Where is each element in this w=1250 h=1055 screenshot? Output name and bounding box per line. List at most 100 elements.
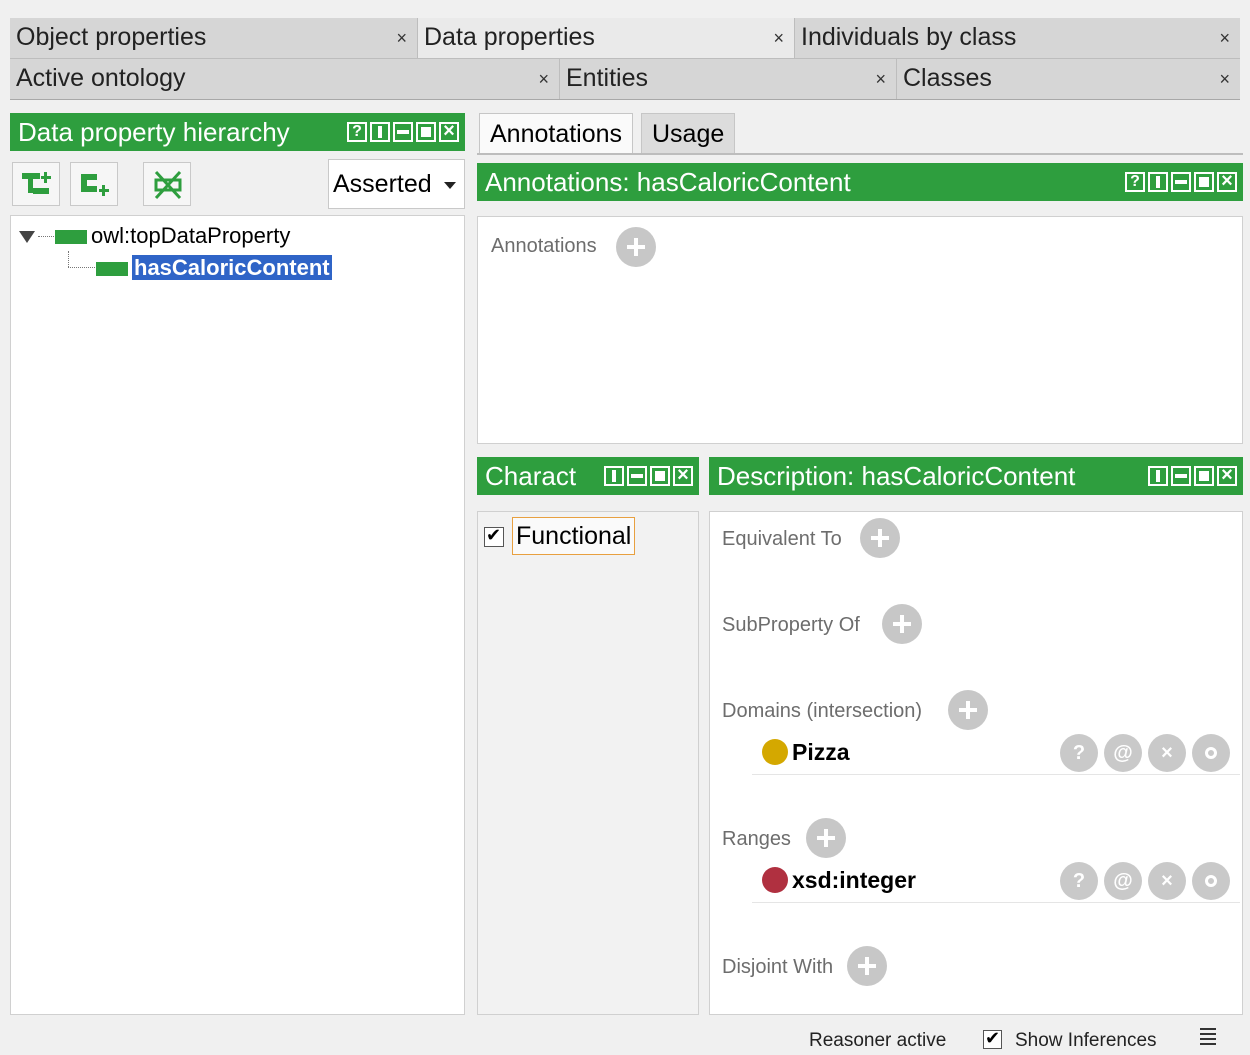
split-vertical-icon[interactable] [1148, 466, 1168, 486]
add-equivalent-icon[interactable] [860, 518, 900, 558]
tree-node-top-data-property[interactable]: owl:topDataProperty [55, 222, 290, 250]
add-sub-property-button[interactable] [12, 162, 60, 206]
add-disjoint-icon[interactable] [847, 946, 887, 986]
panel-title: Description: hasCaloricContent [717, 461, 1076, 491]
domain-entry-pizza[interactable]: Pizza ? @ × [752, 731, 1240, 775]
tab-classes[interactable]: Classes × [897, 59, 1240, 99]
ranges-label: Ranges [722, 828, 791, 850]
tab-usage[interactable]: Usage [641, 113, 736, 153]
split-vertical-icon[interactable] [370, 122, 390, 142]
explain-icon[interactable]: ? [1060, 862, 1098, 900]
delete-icon[interactable]: × [1148, 862, 1186, 900]
tree-node-label: owl:topDataProperty [91, 223, 291, 248]
status-bar: Reasoner active Show Inferences [0, 1020, 1250, 1055]
tab-label: Classes [903, 64, 992, 92]
add-domain-icon[interactable] [948, 690, 988, 730]
tab-object-properties[interactable]: Object properties × [10, 18, 418, 58]
tab-individuals-by-class[interactable]: Individuals by class × [795, 18, 1240, 58]
hierarchy-toolbar: Asserted [10, 155, 465, 213]
tree-connector [68, 267, 95, 268]
data-property-icon [96, 262, 128, 277]
edit-icon[interactable] [1192, 862, 1230, 900]
annotate-icon[interactable]: @ [1104, 862, 1142, 900]
split-horizontal-icon[interactable] [1171, 466, 1191, 486]
show-inferences-label[interactable]: Show Inferences [1015, 1030, 1157, 1052]
disjoint-with-label: Disjoint With [722, 956, 834, 978]
description-panel: Equivalent To SubProperty Of Domains (in… [709, 511, 1243, 1015]
add-sibling-property-icon [81, 174, 109, 196]
view-controls [1148, 464, 1237, 486]
view-controls [347, 120, 459, 142]
characteristics-header: Charact [477, 457, 699, 495]
tab-label: Active ontology [16, 64, 186, 92]
functional-label[interactable]: Functional [512, 517, 636, 555]
tree-node-has-caloric-content[interactable]: hasCaloricContent [96, 254, 332, 282]
tab-entities[interactable]: Entities × [560, 59, 897, 99]
maximize-icon[interactable] [1194, 466, 1214, 486]
view-tab-row-2: Active ontology × Entities × Classes × [10, 58, 1240, 100]
maximize-icon[interactable] [416, 122, 436, 142]
tab-active-ontology[interactable]: Active ontology × [10, 59, 560, 99]
close-view-icon[interactable] [1217, 464, 1237, 486]
subproperty-of-label: SubProperty Of [722, 614, 860, 636]
reasoner-status: Reasoner active [809, 1030, 947, 1051]
class-icon [762, 739, 788, 765]
data-property-tree: owl:topDataProperty hasCaloricContent [10, 215, 465, 1015]
expand-triangle-icon[interactable] [19, 231, 35, 243]
annotations-header: Annotations: hasCaloricContent [477, 163, 1243, 201]
split-vertical-icon[interactable] [1148, 172, 1168, 192]
tab-data-properties[interactable]: Data properties × [418, 18, 795, 58]
equivalent-to-label: Equivalent To [722, 528, 842, 550]
delete-icon[interactable]: × [1148, 734, 1186, 772]
panel-title: Charact [485, 461, 577, 491]
annotations-label: Annotations [491, 235, 597, 257]
add-annotation-icon[interactable] [616, 227, 656, 267]
range-name: xsd:integer [792, 867, 916, 893]
maximize-icon[interactable] [650, 466, 670, 486]
split-horizontal-icon[interactable] [1171, 172, 1191, 192]
close-icon[interactable]: × [773, 18, 784, 58]
close-view-icon[interactable] [673, 464, 693, 486]
close-view-icon[interactable] [439, 120, 459, 142]
chevron-down-icon [444, 182, 456, 189]
view-controls [604, 464, 693, 486]
tree-node-label: hasCaloricContent [132, 255, 332, 280]
annotate-icon[interactable]: @ [1104, 734, 1142, 772]
maximize-icon[interactable] [1194, 172, 1214, 192]
tab-label: Data properties [424, 23, 595, 51]
delete-property-button[interactable] [143, 162, 191, 206]
close-icon[interactable]: × [1219, 59, 1230, 99]
tab-annotations[interactable]: Annotations [479, 113, 634, 153]
close-icon[interactable]: × [538, 59, 549, 99]
help-icon[interactable] [347, 122, 367, 142]
close-icon[interactable]: × [875, 59, 886, 99]
entity-tabs: Annotations Usage [477, 113, 1243, 155]
show-inferences-checkbox[interactable] [983, 1028, 1002, 1049]
domains-label: Domains (intersection) [722, 700, 923, 722]
close-view-icon[interactable] [1217, 170, 1237, 192]
characteristics-panel [477, 511, 699, 1015]
add-range-icon[interactable] [806, 818, 846, 858]
close-icon[interactable]: × [396, 18, 407, 58]
data-property-hierarchy-header: Data property hierarchy [10, 113, 465, 151]
delete-property-icon [154, 170, 182, 200]
edit-icon[interactable] [1192, 734, 1230, 772]
help-icon[interactable] [1125, 172, 1145, 192]
add-superproperty-icon[interactable] [882, 604, 922, 644]
split-horizontal-icon[interactable] [393, 122, 413, 142]
explain-icon[interactable]: ? [1060, 734, 1098, 772]
range-entry-xsd-integer[interactable]: xsd:integer ? @ × [752, 859, 1240, 903]
hierarchy-mode-value: Asserted [333, 170, 432, 198]
split-horizontal-icon[interactable] [627, 466, 647, 486]
split-vertical-icon[interactable] [604, 466, 624, 486]
tree-connector [68, 251, 69, 267]
add-sibling-property-button[interactable] [70, 162, 118, 206]
functional-checkbox[interactable] [484, 525, 504, 547]
view-controls [1125, 170, 1237, 192]
tree-connector [38, 236, 54, 237]
datatype-icon [762, 867, 788, 893]
hierarchy-mode-select[interactable]: Asserted [328, 159, 465, 209]
list-menu-icon[interactable] [1200, 1028, 1216, 1048]
close-icon[interactable]: × [1219, 18, 1230, 58]
add-sub-property-icon [22, 172, 51, 194]
